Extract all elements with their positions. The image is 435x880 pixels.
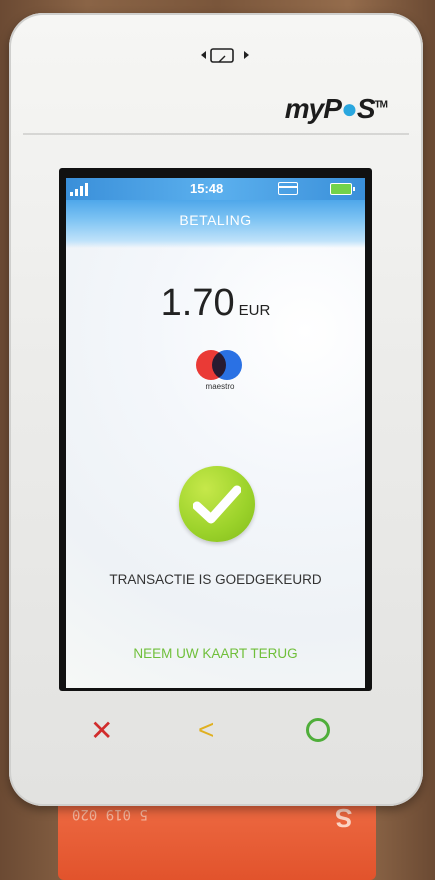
transaction-status: TRANSACTIE IS GOEDGEKEURD [109,572,322,587]
brand-prefix: my [284,93,324,124]
amount-display: 1.70 EUR [66,282,365,325]
status-bar: 15:48 [66,178,365,200]
card-logo-fragment: S [334,803,352,833]
clock: 15:48 [190,181,224,196]
amount-value: 1.70 [160,282,235,324]
battery-icon [330,183,355,195]
cancel-button[interactable]: ✕ [90,714,113,747]
card-slot-icon [195,45,255,65]
screen-bezel: 15:48 BETALING 1.70 EUR maestro TRANSACTI… [59,168,372,691]
mypos-logo: myP●STM [284,93,388,125]
brand-o-icon: ● [340,93,358,124]
brand-tm: TM [374,99,388,111]
brand-s: S [356,93,376,124]
device-seam [23,133,409,135]
screen-title: BETALING [179,212,252,228]
amount-currency: EUR [238,302,271,319]
display: 15:48 BETALING 1.70 EUR maestro TRANSACTI… [66,178,365,688]
back-button[interactable]: < [198,714,214,746]
ok-button[interactable] [306,718,330,742]
card-number-fragment: 5 019 020 [72,806,148,822]
brand-p: P [323,93,342,124]
hardware-keys: ✕ < [0,714,435,754]
signal-icon [70,182,88,196]
success-check-icon [179,466,255,542]
remove-card-hint: NEEM UW KAART TERUG [133,646,298,661]
maestro-logo-icon: maestro [190,348,250,398]
card-icon [278,182,298,195]
card-scheme-label: maestro [205,382,235,391]
title-bar: BETALING [66,200,365,248]
